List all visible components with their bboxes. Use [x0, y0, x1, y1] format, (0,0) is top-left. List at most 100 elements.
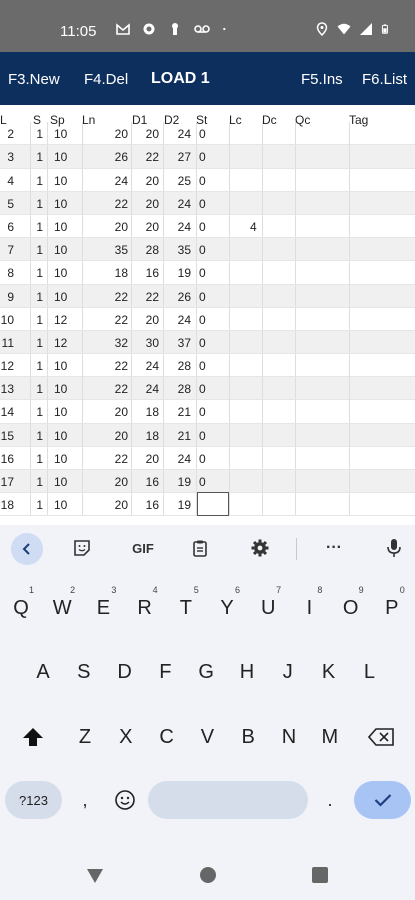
key-p[interactable]: P0	[373, 583, 411, 633]
cell-s[interactable]: 1	[36, 498, 43, 512]
cell-d2[interactable]: 37	[178, 336, 191, 350]
cell-sp[interactable]: 10	[54, 197, 67, 211]
cell-st[interactable]: 0	[199, 266, 206, 280]
key-s[interactable]: S	[65, 647, 103, 697]
cell-s[interactable]: 1	[36, 429, 43, 443]
f4-del-button[interactable]: F4.Del	[84, 71, 128, 88]
cell-d1[interactable]: 18	[146, 405, 159, 419]
cell-s[interactable]: 1	[36, 197, 43, 211]
cell-d2[interactable]: 35	[178, 243, 191, 257]
comma-key[interactable]: ,	[66, 775, 104, 825]
cell-st[interactable]: 0	[199, 359, 206, 373]
key-o[interactable]: O9	[332, 583, 370, 633]
cell-d2[interactable]: 24	[178, 197, 191, 211]
cell-l[interactable]: 10	[1, 313, 14, 327]
cell-d2[interactable]: 25	[178, 174, 191, 188]
cell-s[interactable]: 1	[36, 452, 43, 466]
table-row[interactable]: 9 1 10 22 22 26 0	[0, 284, 415, 308]
table-row[interactable]: 11 1 12 32 30 37 0	[0, 330, 415, 355]
table-row[interactable]: 16 1 10 22 20 24 0	[0, 446, 415, 471]
key-r[interactable]: R4	[126, 583, 164, 633]
table-row[interactable]: 14 1 10 20 18 21 0	[0, 400, 415, 424]
cell-l[interactable]: 11	[2, 336, 14, 350]
cell-st[interactable]: 0	[199, 382, 206, 396]
table-row[interactable]: 17 1 10 20 16 19 0	[0, 470, 415, 494]
cell-s[interactable]: 1	[36, 220, 43, 234]
cell-sp[interactable]: 10	[54, 359, 67, 373]
cell-st[interactable]: 0	[199, 429, 206, 443]
table-row[interactable]: 7 1 10 35 28 35 0	[0, 238, 415, 262]
cell-s[interactable]: 1	[36, 150, 43, 164]
cell-d2[interactable]: 24	[178, 127, 191, 141]
cell-sp[interactable]: 12	[54, 336, 67, 350]
key-j[interactable]: J	[269, 647, 307, 697]
table-row[interactable]: 5 1 10 22 20 24 0	[0, 191, 415, 215]
cell-d1[interactable]: 28	[146, 243, 159, 257]
key-a[interactable]: A	[24, 647, 62, 697]
cell-d1[interactable]: 16	[146, 475, 159, 489]
cell-sp[interactable]: 10	[54, 243, 67, 257]
cell-st[interactable]: 0	[199, 197, 206, 211]
shift-key[interactable]	[14, 712, 52, 762]
cell-l[interactable]: 13	[1, 382, 14, 396]
table-row[interactable]: 15 1 10 20 18 21 0	[0, 423, 415, 447]
cell-ln[interactable]: 22	[115, 359, 128, 373]
key-v[interactable]: V	[188, 712, 226, 762]
cell-d2[interactable]: 26	[178, 290, 191, 304]
clipboard-button[interactable]	[188, 536, 212, 560]
cell-ln[interactable]: 22	[115, 197, 128, 211]
cell-ln[interactable]: 18	[115, 266, 128, 280]
enter-key[interactable]	[354, 781, 411, 819]
cell-l[interactable]: 17	[1, 475, 14, 489]
cell-st[interactable]: 0	[199, 243, 206, 257]
cell-d1[interactable]: 20	[146, 220, 159, 234]
cell-sp[interactable]: 10	[54, 220, 67, 234]
cell-d1[interactable]: 16	[146, 266, 159, 280]
cell-d2[interactable]: 28	[178, 359, 191, 373]
key-l[interactable]: L	[350, 647, 388, 697]
cell-s[interactable]: 1	[36, 382, 43, 396]
cell-d1[interactable]: 18	[146, 429, 159, 443]
cell-sp[interactable]: 10	[54, 498, 67, 512]
cell-s[interactable]: 1	[36, 359, 43, 373]
cell-d1[interactable]: 30	[146, 336, 159, 350]
cell-s[interactable]: 1	[36, 313, 43, 327]
cell-l[interactable]: 6	[7, 220, 14, 234]
backspace-key[interactable]	[362, 712, 400, 762]
cell-sp[interactable]: 10	[54, 150, 67, 164]
cell-ln[interactable]: 32	[115, 336, 128, 350]
mic-button[interactable]	[382, 536, 406, 560]
cell-st[interactable]: 0	[199, 290, 206, 304]
cell-d2[interactable]: 28	[178, 382, 191, 396]
cell-st[interactable]: 0	[199, 475, 206, 489]
cell-s[interactable]: 1	[36, 405, 43, 419]
cell-ln[interactable]: 20	[115, 127, 128, 141]
cell-d2[interactable]: 24	[178, 220, 191, 234]
cell-l[interactable]: 2	[7, 127, 14, 141]
cell-d1[interactable]: 20	[146, 452, 159, 466]
f5-ins-button[interactable]: F5.Ins	[301, 71, 343, 88]
cell-ln[interactable]: 35	[115, 243, 128, 257]
cell-l[interactable]: 8	[7, 266, 14, 280]
cell-ln[interactable]: 26	[115, 150, 128, 164]
cell-d1[interactable]: 22	[146, 150, 159, 164]
key-m[interactable]: M	[311, 712, 349, 762]
f6-list-button[interactable]: F6.List	[362, 71, 407, 88]
cell-sp[interactable]: 10	[54, 405, 67, 419]
cell-st[interactable]: 0	[199, 220, 206, 234]
cell-s[interactable]: 1	[36, 243, 43, 257]
key-z[interactable]: Z	[66, 712, 104, 762]
table-row[interactable]: 2 1 10 20 20 24 0	[0, 122, 415, 146]
cell-d1[interactable]: 20	[146, 127, 159, 141]
cell-s[interactable]: 1	[36, 174, 43, 188]
cell-st[interactable]: 0	[199, 405, 206, 419]
cell-d2[interactable]: 21	[178, 429, 191, 443]
table-row[interactable]: 18 1 10 20 16 19	[0, 492, 415, 517]
cell-sp[interactable]: 10	[54, 174, 67, 188]
key-d[interactable]: D	[106, 647, 144, 697]
cell-d1[interactable]: 24	[146, 382, 159, 396]
f3-new-button[interactable]: F3.New	[8, 71, 60, 88]
cell-l[interactable]: 4	[7, 174, 14, 188]
emoji-key[interactable]	[106, 775, 144, 825]
more-button[interactable]: ···	[322, 536, 346, 560]
